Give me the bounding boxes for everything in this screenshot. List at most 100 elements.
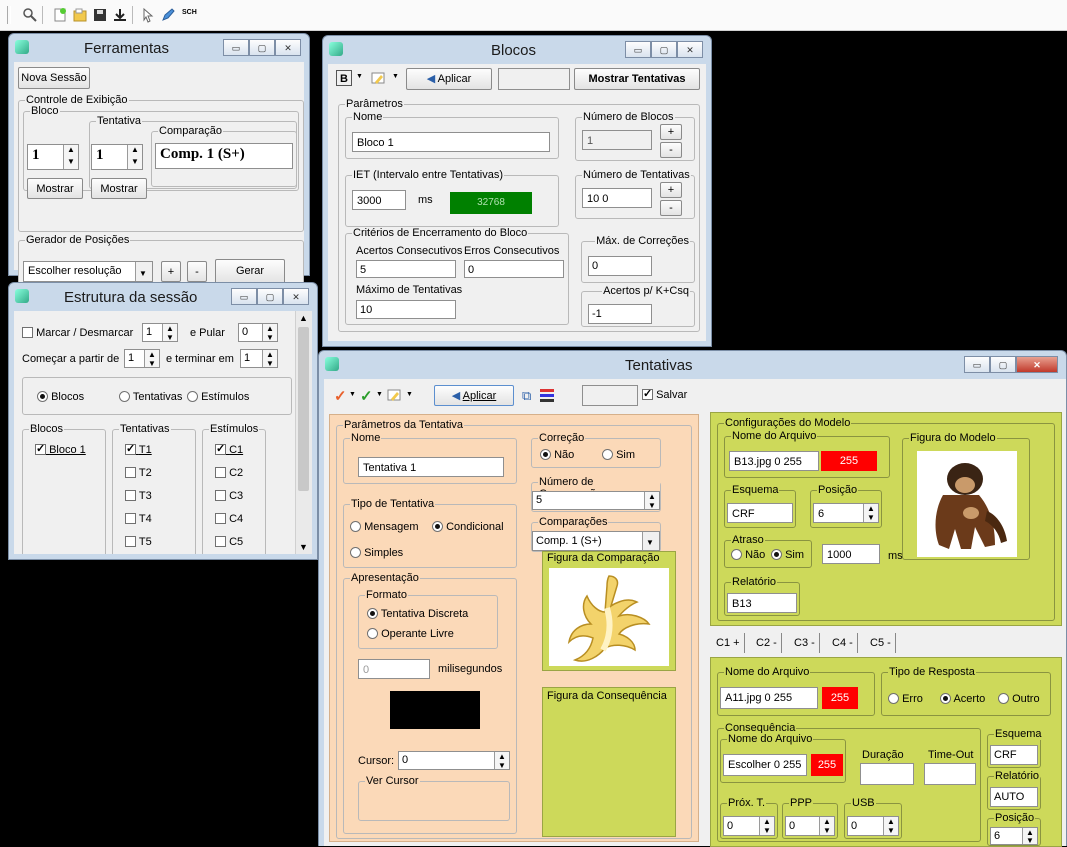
checkbox-icon[interactable] bbox=[215, 513, 226, 524]
mostrar-tentativas-button[interactable]: Mostrar Tentativas bbox=[574, 68, 700, 90]
radio-tentativas[interactable]: Tentativas bbox=[119, 391, 182, 403]
c1-arquivo-input[interactable]: A11.jpg 0 255 bbox=[720, 687, 818, 709]
mostrar-bloco-button[interactable]: Mostrar bbox=[27, 178, 83, 199]
close-button[interactable]: ✕ bbox=[283, 288, 309, 305]
comparacao-field[interactable]: Comp. 1 (S+) bbox=[155, 143, 293, 169]
color-swatch[interactable]: 255 bbox=[822, 687, 858, 709]
marcar-spin[interactable]: 1 ▲ ▼ bbox=[142, 323, 178, 342]
checkbox-icon[interactable] bbox=[22, 327, 33, 338]
resolucao-select[interactable]: Escolher resolução ▼ bbox=[23, 261, 153, 282]
radio-icon[interactable] bbox=[602, 449, 613, 460]
open-icon[interactable] bbox=[72, 7, 88, 23]
nome-input[interactable]: Tentativa 1 bbox=[358, 457, 504, 477]
maximize-button[interactable]: ▢ bbox=[651, 41, 677, 58]
usb-spin[interactable]: 0 ▲ ▼ bbox=[847, 816, 899, 836]
pencil-icon[interactable] bbox=[386, 387, 402, 403]
marcar-checkbox[interactable]: Marcar / Desmarcar bbox=[22, 327, 133, 339]
chevron-down-icon[interactable]: ▼ bbox=[376, 391, 383, 398]
aplicar-button[interactable]: ◀ Aplicar bbox=[434, 385, 514, 406]
spin-arrows-icon[interactable]: ▲ ▼ bbox=[63, 145, 78, 169]
acertos-k-input[interactable]: -1 bbox=[588, 304, 652, 324]
aplicar-button[interactable]: ◀ Aplicar bbox=[406, 68, 492, 90]
cursor-spin[interactable]: 0 ▲ ▼ bbox=[398, 751, 510, 770]
chevron-down-icon[interactable]: ▼ bbox=[349, 391, 356, 398]
chevron-down-icon[interactable]: ▼ bbox=[642, 532, 659, 550]
radio-icon[interactable] bbox=[940, 693, 951, 704]
checkbox-icon[interactable] bbox=[35, 442, 46, 455]
blocos-titlebar[interactable]: Blocos ▭ ▢ ✕ bbox=[323, 36, 711, 64]
list-item[interactable]: T1 bbox=[125, 442, 152, 456]
checkbox-icon[interactable] bbox=[125, 490, 136, 501]
radio-simples[interactable]: Simples bbox=[350, 547, 403, 559]
chevron-down-icon[interactable]: ▼ bbox=[356, 73, 363, 80]
scroll-up-icon[interactable]: ▲ bbox=[299, 313, 308, 323]
estrutura-titlebar[interactable]: Estrutura da sessão ▭ ▢ ✕ bbox=[9, 283, 317, 311]
radio-blocos[interactable]: Blocos bbox=[37, 391, 84, 403]
salvar-checkbox[interactable]: Salvar bbox=[642, 387, 687, 401]
radio-icon[interactable] bbox=[540, 449, 551, 460]
cons-arquivo-input[interactable]: Escolher 0 255 bbox=[723, 754, 807, 776]
gerar-button[interactable]: Gerar bbox=[215, 259, 285, 284]
comparacoes-select[interactable]: Comp. 1 (S+) ▼ bbox=[532, 531, 660, 551]
radio-erro[interactable]: Erro bbox=[888, 693, 923, 705]
radio-icon[interactable] bbox=[888, 693, 899, 704]
spin-arrows-icon[interactable]: ▲ ▼ bbox=[863, 504, 878, 522]
scroll-thumb[interactable] bbox=[298, 327, 309, 491]
ferramentas-titlebar[interactable]: Ferramentas ▭ ▢ ✕ bbox=[9, 34, 309, 62]
c1-posicao-spin[interactable]: 6 ▲ ▼ bbox=[990, 827, 1038, 845]
close-button[interactable]: ✕ bbox=[275, 39, 301, 56]
arquivo-input[interactable]: B13.jpg 0 255 bbox=[729, 451, 819, 471]
radio-outro[interactable]: Outro bbox=[998, 693, 1040, 705]
c1-relatorio-input[interactable]: AUTO bbox=[990, 787, 1038, 807]
radio-nao[interactable]: Não bbox=[540, 449, 574, 461]
prox-spin[interactable]: 0 ▲ ▼ bbox=[723, 816, 775, 836]
radio-icon[interactable] bbox=[731, 549, 742, 560]
plus-button[interactable]: + bbox=[161, 261, 181, 282]
new-file-icon[interactable] bbox=[52, 7, 68, 23]
timeout-input[interactable] bbox=[924, 763, 976, 785]
spin-arrows-icon[interactable]: ▲ ▼ bbox=[127, 145, 142, 169]
list-item[interactable]: C5 bbox=[215, 536, 243, 548]
spin-arrows-icon[interactable]: ▲ ▼ bbox=[494, 752, 509, 769]
max-correcoes-input[interactable]: 0 bbox=[588, 256, 652, 276]
vertical-scrollbar[interactable]: ▲ ▼ bbox=[295, 311, 312, 554]
spin-arrows-icon[interactable]: ▲ ▼ bbox=[162, 324, 177, 341]
relatorio-input[interactable]: B13 bbox=[727, 593, 797, 613]
radio-atraso-sim[interactable]: Sim bbox=[771, 549, 804, 561]
list-item[interactable]: T5 bbox=[125, 536, 152, 548]
chevron-down-icon[interactable]: ▼ bbox=[392, 73, 399, 80]
maximize-button[interactable]: ▢ bbox=[257, 288, 283, 305]
banana-image[interactable] bbox=[549, 568, 669, 666]
checkbox-icon[interactable] bbox=[125, 467, 136, 478]
color-swatch[interactable]: 255 bbox=[821, 451, 877, 471]
num-tentativas-field[interactable]: 10 0 bbox=[582, 188, 652, 208]
tab-c3[interactable]: C3 - bbox=[790, 633, 820, 653]
spin-arrows-icon[interactable]: ▲ ▼ bbox=[1022, 828, 1037, 844]
spin-arrows-icon[interactable]: ▲ ▼ bbox=[883, 817, 898, 835]
radio-icon[interactable] bbox=[119, 391, 130, 402]
num-blocos-field[interactable]: 1 bbox=[582, 130, 652, 150]
radio-icon[interactable] bbox=[350, 547, 361, 558]
plus-button[interactable]: + bbox=[660, 182, 682, 198]
radio-icon[interactable] bbox=[432, 521, 443, 532]
search-icon[interactable] bbox=[22, 7, 38, 23]
radio-atraso-nao[interactable]: Não bbox=[731, 549, 765, 561]
color-swatch[interactable]: 32768 bbox=[450, 192, 532, 214]
pointer-icon[interactable] bbox=[140, 7, 156, 23]
list-colors-icon[interactable] bbox=[540, 388, 554, 402]
minimize-button[interactable]: ▭ bbox=[231, 288, 257, 305]
pular-spin[interactable]: 0 ▲ ▼ bbox=[238, 323, 278, 342]
plus-button[interactable]: + bbox=[660, 124, 682, 140]
list-item[interactable]: T3 bbox=[125, 490, 152, 502]
terminar-spin[interactable]: 1 ▲ ▼ bbox=[240, 349, 278, 368]
comecar-spin[interactable]: 1 ▲ ▼ bbox=[124, 349, 160, 368]
radio-sim[interactable]: Sim bbox=[602, 449, 635, 461]
spin-arrows-icon[interactable]: ▲ ▼ bbox=[819, 817, 834, 835]
tentativas-titlebar[interactable]: Tentativas ▭ ▢ ✕ bbox=[319, 351, 1066, 379]
mostrar-tentativa-button[interactable]: Mostrar bbox=[91, 178, 147, 199]
minimize-button[interactable]: ▭ bbox=[625, 41, 651, 58]
spin-arrows-icon[interactable]: ▲ ▼ bbox=[144, 350, 159, 367]
radio-condicional[interactable]: Condicional bbox=[432, 521, 504, 533]
radio-icon[interactable] bbox=[350, 521, 361, 532]
maximize-button[interactable]: ▢ bbox=[990, 356, 1016, 373]
